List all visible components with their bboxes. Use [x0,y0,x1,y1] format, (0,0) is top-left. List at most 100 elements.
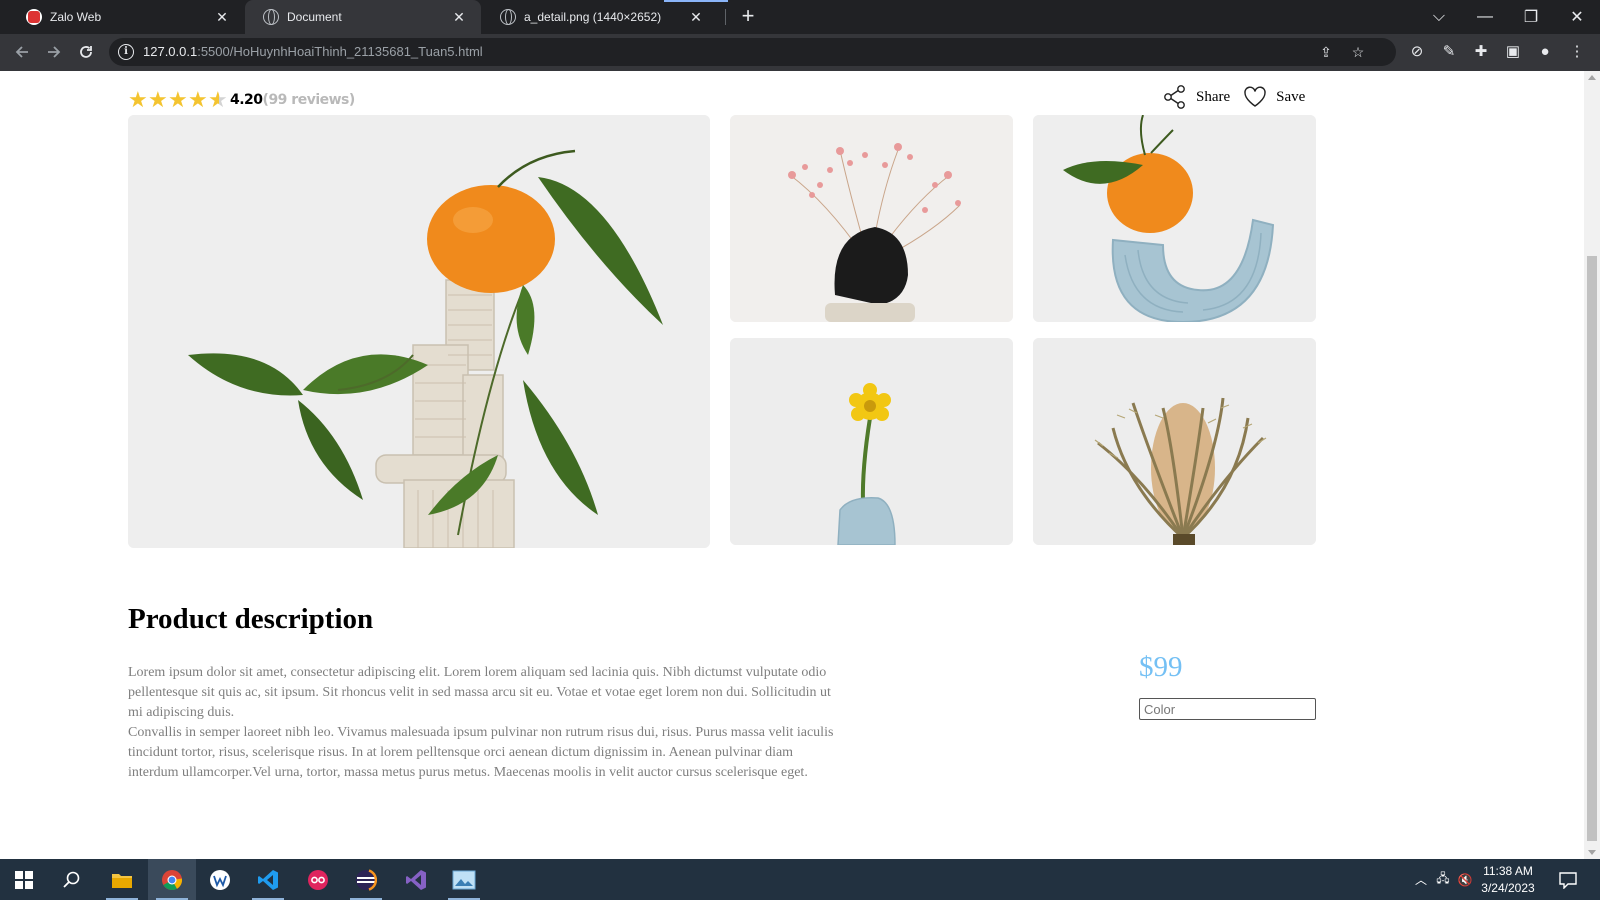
eclipse-icon [356,868,377,891]
rating-value: 4.20 [230,92,263,108]
close-icon[interactable]: ✕ [688,9,704,25]
tab-zalo-web[interactable]: Zalo Web ✕ [8,0,244,34]
eclipse-app[interactable] [342,859,390,900]
network-icon[interactable]: 🖧 [1432,869,1454,890]
file-explorer-app[interactable] [98,859,146,900]
app-w-circle[interactable] [196,859,244,900]
address-bar[interactable]: i 127.0.0.1:5500/HoHuynhHoaiThinh_211356… [109,38,1396,66]
tab-title: Document [287,10,342,24]
back-button[interactable] [8,38,36,66]
star-icon: ★ [168,87,188,112]
photos-app[interactable] [440,859,488,900]
arrow-left-icon [15,46,28,58]
share-button[interactable]: Share [1196,89,1230,106]
product-description-heading: Product description [128,603,374,635]
product-rating: ★ ★ ★ ★ ★ 4.20 (99 reviews) [128,89,355,111]
close-window-button[interactable]: ✕ [1554,0,1600,34]
notification-icon [1559,871,1577,889]
system-tray: ︿ 🖧 🔇 [1410,859,1476,900]
page-scrollbar[interactable] [1584,71,1600,859]
star-icon: ★ [148,87,168,112]
more-menu-icon[interactable]: ⋮ [1567,42,1587,62]
visual-studio-icon [406,869,426,890]
product-price: $99 [1139,651,1183,683]
scroll-up-icon[interactable] [1588,75,1596,80]
thumbnail-image[interactable] [730,338,1013,545]
rating-count: (99 reviews) [262,92,356,108]
globe-icon [500,9,516,25]
tab-title: a_detail.png (1440×2652) [524,10,662,24]
image-viewer-icon [452,870,476,889]
restore-button[interactable]: ❐ [1508,0,1554,34]
tangerine-blue-clay-image [1033,115,1316,322]
extensions-puzzle-icon[interactable]: ✚ [1471,42,1491,62]
windows-logo-icon [15,870,33,889]
dried-banksia-image [1033,338,1316,545]
color-input[interactable] [1139,698,1316,720]
visual-studio-app[interactable] [392,859,440,900]
vscode-app[interactable] [244,859,292,900]
minimize-button[interactable]: — [1462,0,1508,34]
reload-button[interactable] [72,38,100,66]
windows-taskbar: ︿ 🖧 🔇 11:38 AM 3/24/2023 [0,859,1600,900]
share-page-icon[interactable]: ⇪ [1317,43,1335,61]
close-icon[interactable]: ✕ [214,9,230,25]
close-icon[interactable]: ✕ [451,9,467,25]
yellow-flower-image [730,338,1013,545]
start-button[interactable] [0,859,48,900]
star-icon: ★ [188,87,208,112]
new-tab-button[interactable]: + [736,5,760,29]
gypsophila-rock-image [730,115,1013,322]
product-description-text: Lorem ipsum dolor sit amet, consectetur … [128,663,838,783]
share-icon[interactable] [1162,84,1188,110]
w-logo-icon [210,869,230,890]
chevron-up-icon[interactable]: ︿ [1410,871,1432,888]
tab-title: Zalo Web [50,10,102,24]
arrow-right-icon [48,46,61,58]
rating-stars: ★ ★ ★ ★ ★ [128,87,228,112]
half-star-icon: ★ [208,87,228,112]
scroll-down-icon[interactable] [1588,850,1596,855]
url-text: 127.0.0.1:5500/HoHuynhHoaiThinh_21135681… [143,44,483,59]
description-paragraph: Convallis in semper laoreet nibh leo. Vi… [128,725,834,780]
profile-avatar-icon[interactable]: ● [1535,42,1555,62]
site-info-icon[interactable]: i [118,44,134,60]
forward-button[interactable] [40,38,68,66]
thumbnail-image[interactable] [1033,338,1316,545]
bookmark-star-icon[interactable]: ☆ [1349,43,1367,61]
save-button[interactable]: Save [1276,89,1305,106]
folder-icon [112,873,132,888]
tab-document[interactable]: Document ✕ [245,0,481,34]
tangerine-sculpture-image [128,115,710,548]
tab-search-dropdown-icon[interactable]: ⌵ [1416,0,1462,34]
clock-time: 11:38 AM [1483,864,1533,878]
notifications-button[interactable] [1546,859,1590,900]
star-icon: ★ [128,87,148,112]
side-panel-icon[interactable]: ▣ [1503,42,1523,62]
search-button[interactable] [48,859,96,900]
search-icon [63,871,80,888]
main-product-image[interactable] [128,115,710,548]
description-paragraph: Lorem ipsum dolor sit amet, consectetur … [128,665,831,720]
browser-tab-strip: Zalo Web ✕ Document ✕ a_detail.png (1440… [0,0,1600,34]
globe-icon [263,9,279,25]
tab-loading-indicator [664,0,728,2]
red-circle-icon [308,869,328,890]
tab-a-detail-png[interactable]: a_detail.png (1440×2652) ✕ [482,0,718,34]
pen-extension-icon[interactable]: ✎ [1439,42,1459,62]
compass-extension-icon[interactable]: ⊘ [1407,42,1427,62]
thumbnail-image[interactable] [730,115,1013,322]
zalo-icon [26,9,42,25]
chrome-icon [162,869,183,890]
scrollbar-thumb[interactable] [1587,256,1597,841]
product-actions: Share Save [1162,83,1317,111]
page-viewport: ★ ★ ★ ★ ★ 4.20 (99 reviews) Share Save P… [0,71,1584,859]
tab-separator [725,9,726,25]
app-red-oo[interactable] [294,859,342,900]
chrome-app[interactable] [148,859,196,900]
vscode-icon [258,869,278,890]
thumbnail-image[interactable] [1033,115,1316,322]
taskbar-clock[interactable]: 11:38 AM 3/24/2023 [1468,863,1548,897]
heart-icon[interactable] [1242,84,1268,110]
reload-icon [80,46,92,58]
